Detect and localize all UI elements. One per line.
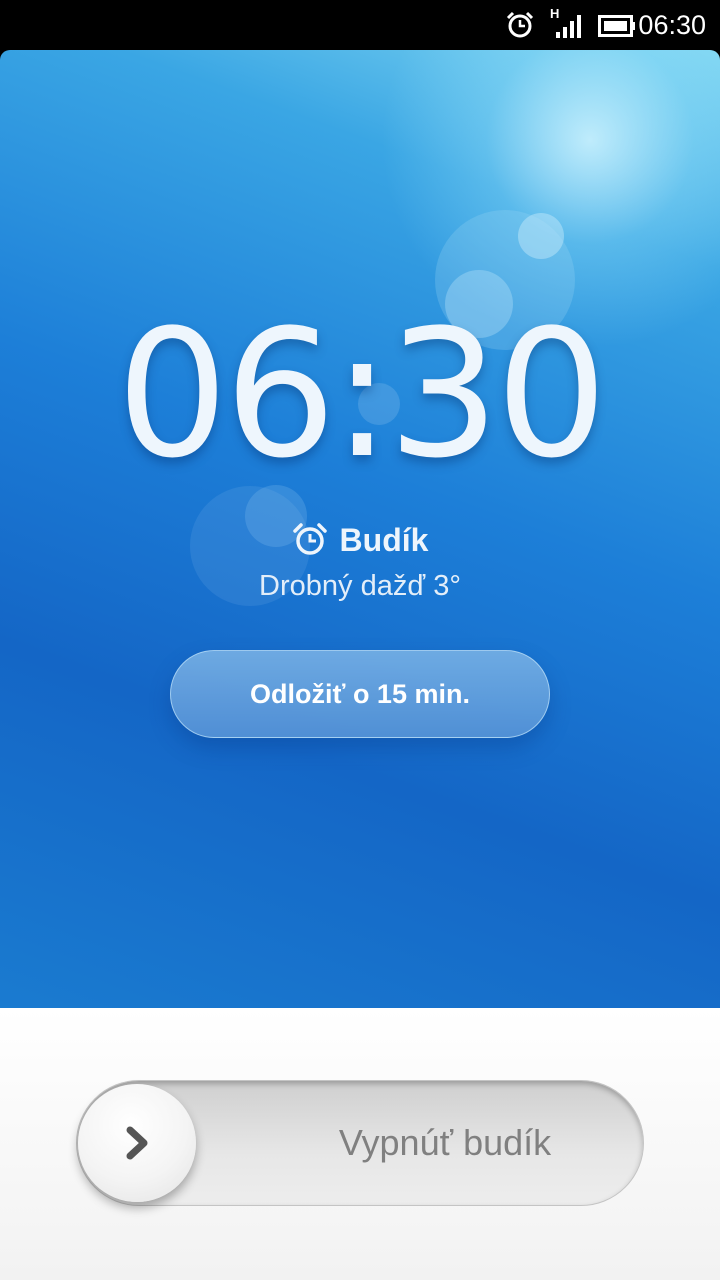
- snooze-button[interactable]: Odložiť o 15 min.: [170, 650, 550, 738]
- dismiss-panel: Vypnúť budík: [0, 1008, 720, 1280]
- status-bar: H 06:30: [0, 0, 720, 50]
- alarm-time: 06:30: [116, 292, 607, 497]
- alarm-label: Budík: [339, 521, 429, 558]
- chevron-right-icon: [126, 1126, 148, 1160]
- battery-icon: [598, 15, 635, 37]
- alarm-status-icon: [506, 11, 534, 38]
- alarm-screen: 06:30 Budík Drobný dažď 3° Odložiť o 15 …: [0, 50, 720, 1008]
- dismiss-label: Vypnúť budík: [338, 1122, 552, 1163]
- status-time: 06:30: [638, 10, 706, 40]
- signal-icon: [556, 15, 581, 38]
- bokeh-circle: [518, 213, 564, 259]
- alarm-label-row: Budík: [0, 518, 720, 562]
- weather-info: Drobný dažď 3°: [259, 570, 461, 602]
- dismiss-slider-handle[interactable]: [78, 1084, 196, 1202]
- alarm-clock-icon: [292, 523, 327, 555]
